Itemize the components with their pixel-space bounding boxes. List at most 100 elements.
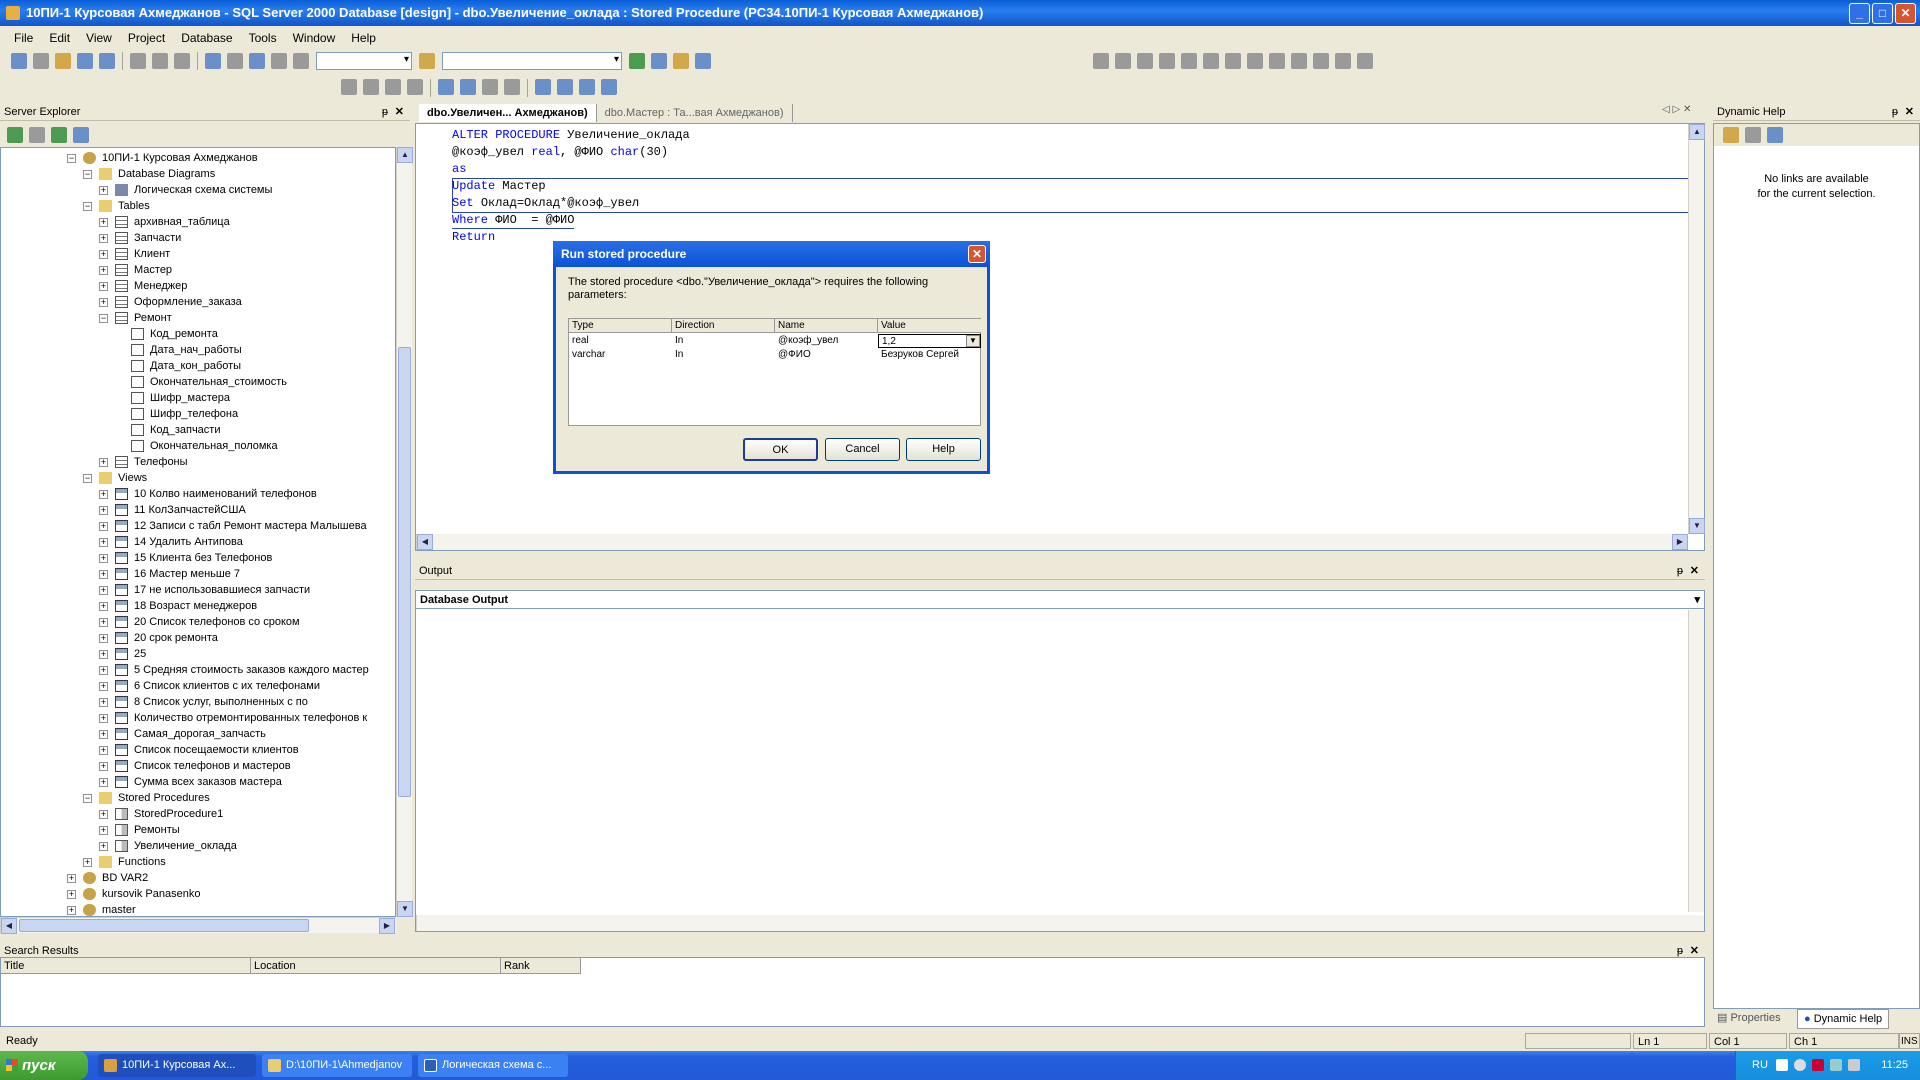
- tree-node[interactable]: + архивная_таблица: [1, 214, 395, 230]
- scroll-down-icon[interactable]: ▼: [1689, 518, 1705, 534]
- tree-node[interactable]: + Увеличение_оклада: [1, 838, 395, 854]
- tab-next-icon[interactable]: ▷: [1672, 104, 1680, 115]
- expand-icon[interactable]: +: [99, 634, 108, 643]
- solution-explorer-icon[interactable]: [629, 53, 645, 69]
- tree-node[interactable]: +12 Записи с табл Ремонт мастера Малышев…: [1, 518, 395, 534]
- tree-node[interactable]: − Views: [1, 470, 395, 486]
- start-button[interactable]: пуск: [0, 1051, 88, 1080]
- expand-icon[interactable]: +: [99, 618, 108, 627]
- tree-node[interactable]: +20 Список телефонов со сроком: [1, 614, 395, 630]
- taskbar-task-word[interactable]: Логическая схема с...: [418, 1054, 568, 1077]
- expand-icon[interactable]: +: [99, 458, 108, 467]
- menu-edit[interactable]: Edit: [41, 31, 78, 45]
- start-debug-icon[interactable]: [293, 53, 309, 69]
- more-icon[interactable]: [1357, 53, 1373, 69]
- scroll-thumb[interactable]: [398, 347, 411, 797]
- expand-icon[interactable]: +: [99, 650, 108, 659]
- tree-node[interactable]: − 10ПИ-1 Курсовая Ахмеджанов: [1, 150, 395, 166]
- column-title[interactable]: Title: [1, 958, 251, 974]
- expand-icon[interactable]: +: [99, 250, 108, 259]
- tree-node[interactable]: +11 КолЗапчастейСША: [1, 502, 395, 518]
- editor-horizontal-scrollbar[interactable]: ◀ ▶: [416, 534, 1688, 550]
- help-search-icon[interactable]: [1767, 127, 1783, 143]
- tree-node[interactable]: − Ремонт: [1, 310, 395, 326]
- output-horizontal-scrollbar[interactable]: [416, 915, 1704, 931]
- volume-icon[interactable]: [1794, 1059, 1806, 1071]
- class-view-icon[interactable]: [651, 53, 667, 69]
- expand-icon[interactable]: +: [99, 186, 108, 195]
- help-index-icon[interactable]: [1745, 127, 1761, 143]
- tree-node[interactable]: Дата_кон_работы: [1, 358, 395, 374]
- usb-icon[interactable]: [1848, 1059, 1860, 1071]
- tree-node[interactable]: +16 Мастер меньше 7: [1, 566, 395, 582]
- cancel-button[interactable]: Cancel: [825, 438, 900, 461]
- expand-icon[interactable]: +: [99, 218, 108, 227]
- expand-icon[interactable]: +: [99, 298, 108, 307]
- taskbar-task-folder[interactable]: D:\10ПИ-1\Ahmedjanov: [262, 1054, 412, 1077]
- new-project-icon[interactable]: [11, 53, 27, 69]
- tree-node[interactable]: + Самая_дорогая_запчасть: [1, 726, 395, 742]
- tree-node[interactable]: + Сумма всех заказов мастера: [1, 774, 395, 790]
- close-icon[interactable]: ✕: [1905, 103, 1914, 121]
- tab-prev-icon[interactable]: ◁: [1662, 104, 1670, 115]
- bookmark-icon[interactable]: [535, 79, 551, 95]
- minimize-button[interactable]: _: [1849, 3, 1870, 24]
- tab-master-table[interactable]: dbo.Мастер : Та...вая Ахмеджанов): [597, 104, 793, 122]
- taskbar-task-vs[interactable]: 10ПИ-1 Курсовая Ах...: [98, 1054, 256, 1077]
- tree-node[interactable]: Окончательная_поломка: [1, 438, 395, 454]
- align-icon[interactable]: [482, 79, 498, 95]
- tree-node[interactable]: Шифр_телефона: [1, 406, 395, 422]
- tree-node[interactable]: +8 Список услуг, выполненных с по: [1, 694, 395, 710]
- first-record-icon[interactable]: [1269, 53, 1285, 69]
- tree-node[interactable]: +20 срок ремонта: [1, 630, 395, 646]
- expand-icon[interactable]: +: [99, 522, 108, 531]
- tree-node[interactable]: + kursovik Panasenko: [1, 886, 395, 902]
- undo-icon[interactable]: [205, 53, 221, 69]
- menu-help[interactable]: Help: [343, 31, 384, 45]
- tree-node[interactable]: + Количество отремонтированных телефонов …: [1, 710, 395, 726]
- prev-record-icon[interactable]: [1291, 53, 1307, 69]
- help-button[interactable]: Help: [906, 438, 981, 461]
- increase-indent-icon[interactable]: [460, 79, 476, 95]
- tree-node[interactable]: + Логическая схема системы: [1, 182, 395, 198]
- tree-node[interactable]: +14 Удалить Антипова: [1, 534, 395, 550]
- toolbox-icon[interactable]: [673, 53, 689, 69]
- outdent-icon[interactable]: [363, 79, 379, 95]
- menu-window[interactable]: Window: [285, 31, 344, 45]
- collapse-icon[interactable]: −: [83, 170, 92, 179]
- tree-node[interactable]: +18 Возраст менеджеров: [1, 598, 395, 614]
- tree-node[interactable]: Дата_нач_работы: [1, 342, 395, 358]
- collapse-icon[interactable]: −: [83, 794, 92, 803]
- expand-icon[interactable]: +: [67, 874, 76, 883]
- collapse-icon[interactable]: −: [99, 314, 108, 323]
- column-type[interactable]: Type: [569, 319, 672, 333]
- tree-vertical-scrollbar[interactable]: ▲ ▼: [396, 147, 413, 917]
- tree-node[interactable]: +17 не использовавшиеся запчасти: [1, 582, 395, 598]
- menu-database[interactable]: Database: [173, 31, 240, 45]
- forward-icon[interactable]: [271, 53, 287, 69]
- tree-node[interactable]: − Database Diagrams: [1, 166, 395, 182]
- tree-node[interactable]: − Tables: [1, 198, 395, 214]
- indent-icon[interactable]: [341, 79, 357, 95]
- column-name[interactable]: Name: [775, 319, 878, 333]
- output-vertical-scrollbar[interactable]: [1688, 610, 1704, 912]
- tree-node[interactable]: + BD VAR2: [1, 870, 395, 886]
- antivirus-icon[interactable]: [1812, 1059, 1824, 1071]
- tree-node[interactable]: +6 Список клиентов с их телефонами: [1, 678, 395, 694]
- tree-node[interactable]: + Мастер: [1, 262, 395, 278]
- scroll-left-icon[interactable]: ◀: [1, 918, 17, 934]
- tree-horizontal-scrollbar[interactable]: ◀ ▶: [0, 917, 396, 934]
- maximize-button[interactable]: □: [1872, 3, 1893, 24]
- expand-icon[interactable]: +: [99, 778, 108, 787]
- expand-icon[interactable]: +: [99, 282, 108, 291]
- stop-icon[interactable]: [29, 127, 45, 143]
- expand-icon[interactable]: +: [67, 890, 76, 899]
- step-icon[interactable]: [1137, 53, 1153, 69]
- step-over-icon[interactable]: [1159, 53, 1175, 69]
- tree-node[interactable]: + Список телефонов и мастеров: [1, 758, 395, 774]
- tree-node[interactable]: + Список посещаемости клиентов: [1, 742, 395, 758]
- tree-node[interactable]: + StoredProcedure1: [1, 806, 395, 822]
- tree-node[interactable]: Окончательная_стоимость: [1, 374, 395, 390]
- find-combo[interactable]: [442, 52, 622, 70]
- tree-node[interactable]: +5 Средняя стоимость заказов каждого мас…: [1, 662, 395, 678]
